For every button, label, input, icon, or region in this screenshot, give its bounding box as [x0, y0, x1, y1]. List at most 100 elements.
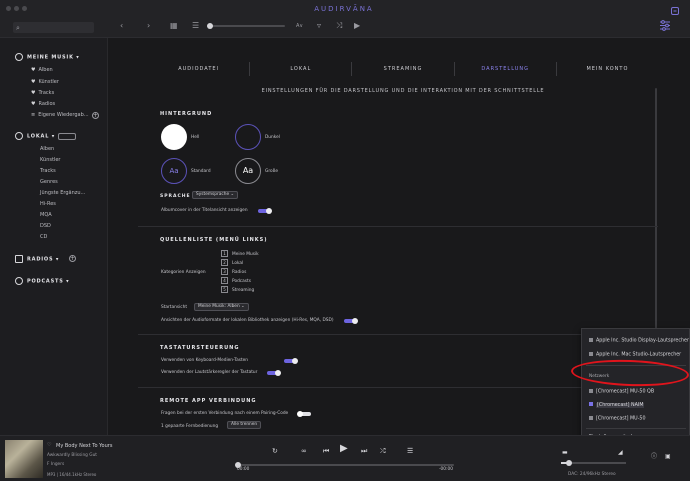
category-item[interactable]: 5 Streaming — [221, 286, 254, 293]
category-item[interactable]: 4 Podcasts — [221, 277, 251, 284]
list-view-icon[interactable]: ☰ — [192, 20, 199, 32]
network-device-label: [Chromecast] NAIM — [596, 402, 645, 408]
search-box[interactable]: ⌕ — [13, 22, 94, 33]
output-device-item[interactable]: Apple Inc. Mac Studio-Lautsprecher — [589, 352, 681, 358]
shuffle-icon[interactable]: ⤮ — [380, 446, 386, 456]
window-minimize-dot[interactable] — [14, 6, 19, 11]
network-device-item-selected[interactable]: [Chromecast] NAIM — [589, 402, 645, 408]
sidebar-item-playlists[interactable]: ≡ Eigene Wiedergab... — [31, 112, 89, 118]
loop-icon[interactable]: ∞ — [301, 446, 307, 456]
sidebar-podcasts-header[interactable]: PODCASTS ▾ — [15, 277, 69, 285]
playlist-icon: ≡ — [31, 112, 36, 118]
back-icon[interactable]: ‹ — [120, 20, 123, 32]
sidebar-local-header[interactable]: LOKAL ▾ — [15, 132, 77, 140]
filter-icon[interactable]: ▿ — [317, 20, 321, 32]
category-number: 3 — [221, 268, 228, 275]
device-icon — [589, 389, 593, 393]
top-right-icon[interactable] — [670, 6, 680, 16]
category-item[interactable]: 3 Radios — [221, 268, 246, 275]
sidebar-local-tracks[interactable]: Tracks — [40, 168, 56, 174]
start-view-select[interactable]: Meine Musik: Alben ⌄ — [194, 303, 249, 311]
repeat-icon[interactable]: ↻ — [272, 446, 278, 456]
sidebar-local-artists[interactable]: Künstler — [40, 157, 60, 163]
sidebar-item-label: Künstler — [38, 79, 59, 85]
network-device-item[interactable]: [Chromecast] MU-50 — [589, 416, 646, 422]
shuffle-list-icon[interactable]: ⤨ — [336, 20, 342, 32]
category-item[interactable]: 1 Meine Musik — [221, 250, 259, 257]
size-large-swatch[interactable]: Aa — [235, 158, 261, 184]
category-item[interactable]: 2 Lokal — [221, 259, 243, 266]
add-playlist-button[interactable]: + — [92, 112, 99, 119]
theme-dark-swatch[interactable] — [235, 124, 261, 150]
album-cover[interactable] — [5, 440, 43, 478]
remote-section-title: REMOTE APP VERBINDUNG — [160, 398, 257, 404]
tab-streaming[interactable]: STREAMING — [352, 62, 455, 76]
sidebar-local-cd[interactable]: CD — [40, 234, 47, 240]
sidebar-local-dsd[interactable]: DSD — [40, 223, 51, 229]
volume-slider[interactable] — [561, 460, 626, 466]
tab-audio-file[interactable]: AUDIODATEI — [148, 62, 251, 76]
network-device-label: [Chromecast] MU-50 — [596, 416, 646, 422]
pairing-toggle[interactable] — [297, 411, 311, 417]
output-device-item[interactable]: Apple Inc. Studio Display-Lautsprecher — [589, 338, 689, 344]
window-zoom-dot[interactable] — [22, 6, 27, 11]
sidebar-item-tracks[interactable]: ♥ Tracks — [31, 90, 54, 96]
grid-view-icon[interactable]: ▦ — [170, 20, 178, 32]
sidebar-local-genres[interactable]: Genres — [40, 179, 58, 185]
formats-toggle[interactable] — [344, 318, 358, 324]
album-cover-toggle[interactable] — [258, 208, 272, 214]
track-album[interactable]: F Ingers — [47, 462, 64, 467]
settings-sliders-icon[interactable] — [659, 20, 671, 31]
sidebar-my-music-header[interactable]: MEINE MUSIK ▾ — [15, 53, 80, 61]
language-select[interactable]: Systemsprache ⌄ — [192, 191, 239, 199]
progress-bar[interactable] — [235, 462, 454, 468]
track-artist[interactable]: Awkwardly Blissing Gut — [47, 453, 97, 458]
theme-light-swatch[interactable] — [161, 124, 187, 150]
info-icon[interactable]: ⓘ — [651, 452, 657, 462]
sidebar-local-mqa[interactable]: MQA — [40, 212, 52, 218]
track-title[interactable]: My Body Next To Yours — [56, 443, 112, 449]
media-keys-toggle[interactable] — [284, 358, 298, 364]
previous-icon[interactable]: ⏮ — [323, 446, 329, 456]
tab-my-account[interactable]: MEIN KONTO — [557, 62, 658, 76]
volume-up-icon[interactable]: ◢ — [618, 448, 623, 458]
zoom-slider-knob[interactable] — [207, 23, 213, 29]
size-standard-label: Standard — [191, 169, 211, 174]
formats-label: Ansichten der Audioformate der lokalen B… — [161, 318, 334, 323]
play-icon[interactable]: ▶ — [340, 444, 348, 454]
sidebar-local-recent[interactable]: Jüngste Ergänzu... — [40, 190, 85, 196]
sidebar-local-albums[interactable]: Alben — [40, 146, 54, 152]
add-radio-button[interactable]: + — [69, 255, 76, 262]
sidebar-item-albums[interactable]: ♥ Alben — [31, 67, 53, 73]
window-close-dot[interactable] — [6, 6, 11, 11]
sort-button[interactable]: A∨ — [296, 20, 303, 32]
output-device-label: Apple Inc. Studio Display-Lautsprecher — [596, 338, 689, 344]
section-divider — [138, 387, 658, 388]
search-icon: ⌕ — [16, 24, 20, 32]
volume-keys-label: Verwenden der Lautstärkeregler der Tasta… — [161, 370, 258, 375]
device-icon — [589, 352, 593, 356]
play-list-icon[interactable]: ▶ — [354, 20, 360, 32]
device-icon — [589, 402, 593, 406]
network-device-item[interactable]: [Chromecast] MU-50 QB — [589, 389, 654, 395]
sidebar-item-radios[interactable]: ♥ Radios — [31, 101, 55, 107]
sidebar-radios-header[interactable]: RADIOS ▾ — [15, 255, 59, 263]
local-source-badge[interactable] — [58, 132, 77, 140]
volume-keys-toggle[interactable] — [267, 370, 281, 376]
search-input[interactable] — [25, 23, 91, 32]
media-keys-label: Verwenden von Keyboard-Medien-Tasten — [161, 358, 248, 363]
zoom-slider[interactable] — [207, 23, 285, 29]
heart-icon[interactable]: ♡ — [47, 442, 51, 448]
queue-icon[interactable]: ☰ — [407, 446, 413, 456]
volume-down-icon[interactable]: ▬ — [562, 448, 568, 458]
tab-local[interactable]: LOKAL — [250, 62, 353, 76]
tab-display[interactable]: DARSTELLUNG — [455, 62, 557, 76]
volume-knob[interactable] — [565, 460, 572, 466]
forward-icon[interactable]: › — [147, 20, 150, 32]
size-standard-swatch[interactable]: Aa — [161, 158, 187, 184]
next-icon[interactable]: ⏭ — [361, 446, 367, 456]
sidebar-item-artists[interactable]: ♥ Künstler — [31, 79, 59, 85]
output-device-icon[interactable]: ▣ — [665, 452, 671, 462]
remove-all-button[interactable]: Alle trennen — [227, 421, 262, 429]
sidebar-local-hires[interactable]: Hi-Res — [40, 201, 56, 207]
